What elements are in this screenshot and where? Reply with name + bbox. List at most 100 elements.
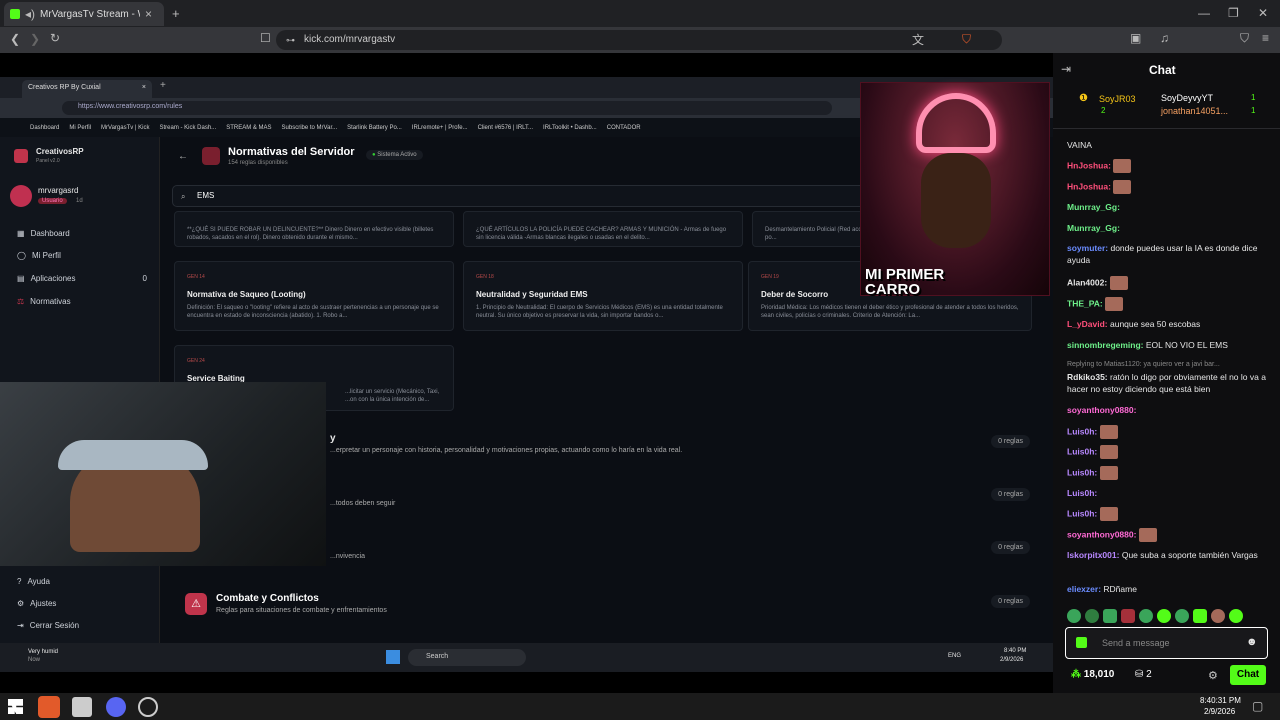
gear-icon: ⚙ [17,599,25,608]
chat-message: lskorpitx001: Que suba a soporte también… [1067,550,1258,560]
browser-tab[interactable]: ◂) MrVargasTv Stream - Watch L × [4,2,164,26]
minimize-icon[interactable]: — [1198,7,1210,19]
overlay-text: MI PRIMER CARRO [865,266,945,298]
menu-icon[interactable]: ≡ [1262,32,1269,44]
chat-message: Luis0h: [1067,507,1275,521]
chat-message: soyanthony0880: [1067,528,1275,542]
nav-normativas[interactable]: ⚖ Normativas [17,297,71,306]
chat-message: soymuter: donde puedes usar la IA es don… [1067,243,1258,265]
maximize-icon[interactable]: ❐ [1228,7,1239,19]
emote-bar[interactable] [1067,609,1272,623]
user-icon: ◯ [17,251,26,260]
chat-message: eliexzer: RDñame [1067,584,1137,594]
files-icon[interactable] [72,697,92,717]
back-icon[interactable]: ❮ [10,33,20,45]
username: mrvargasrd [38,186,79,195]
search-input[interactable]: ⌕ EMS [172,185,872,207]
chat-message: L_yDavid: aunque sea 50 escobas [1067,319,1201,329]
nav-cerrar-sesion[interactable]: ⇥ Cerrar Sesión [17,621,79,630]
chat-input[interactable]: Send a message ☻ [1065,627,1268,659]
brand-logo [14,149,28,163]
reply-context: Replying to Matias1120: ya quiero ver a … [1067,361,1220,368]
webcam-overlay-bottom [0,382,326,566]
obs-icon[interactable] [138,697,158,717]
discord-icon[interactable] [106,697,126,717]
taskbar-search: Search [408,649,526,666]
top-gifters: ❶ SoyJR03 2 SoyDeyvyYT 1 jonathan14051..… [1053,85,1280,129]
translate-icon[interactable]: 文 [912,34,924,46]
nav-ajustes[interactable]: ⚙ Ajustes [17,599,56,608]
gift-count[interactable]: ⛁ 2 [1135,669,1152,680]
nav-dashboard[interactable]: ▦ Dashboard [17,229,70,238]
bookmark-icon[interactable]: ☐ [260,32,271,44]
close-window-icon[interactable]: ✕ [1258,7,1268,19]
chat-message: Alan4002: [1067,276,1275,290]
cap [58,440,208,470]
browser-tab-bar: ◂) MrVargasTv Stream - Watch L × + — ❐ ✕ [0,0,1280,27]
document-icon: ▤ [17,274,25,283]
combat-icon: ⚠ [185,593,207,615]
close-tab-icon[interactable]: × [145,8,152,20]
brave-icon[interactable] [38,696,60,718]
brand-version: Panel v2.0 [36,158,60,164]
user-since: 1d [76,198,83,204]
os-taskbar: 8:40:31 PM 2/9/2026 ▢ [0,693,1280,720]
rule-card[interactable]: GEN 18 Neutralidad y Seguridad EMS 1. Prin… [463,261,743,331]
grid-icon: ▦ [17,229,25,238]
chat-message: Munrray_Gg: [1067,223,1120,233]
chat-message: Munrray_Gg: [1067,202,1120,212]
chat-message: THE_PA: [1067,297,1275,311]
inner-bookmarks-bar: Dashboard Mi Perfil MrVargasTv | Kick Strea… [30,125,641,131]
chat-panel: ⇥ Chat ❶ SoyJR03 2 SoyDeyvyYT 1 jonathan… [1053,53,1280,693]
chat-message: sinnombregeming: EOL NO VIO EL EMS [1067,340,1228,350]
page-subtitle: 154 reglas disponibles [228,160,288,166]
rule-card[interactable]: GEN 14 Normativa de Saqueo (Looting) Defin… [174,261,454,331]
site-info-icon[interactable]: ⊶ [286,34,295,46]
chat-message: HnJoshua: [1067,180,1275,194]
chat-settings-icon[interactable]: ⚙ [1208,669,1218,682]
emoji-icon[interactable]: ☻ [1246,636,1258,648]
extensions-icon[interactable]: ▣ [1130,32,1141,44]
address-bar[interactable]: ⊶ kick.com/mrvargastv 文 ⛉ [276,30,1002,50]
nav-ayuda[interactable]: ? Ayuda [17,577,50,586]
inner-taskbar: Very humid Now Search ENG 8:40 PM 2/9/20… [0,643,1053,672]
back-arrow-icon[interactable]: ← [178,151,188,163]
windows-icon [386,650,400,664]
badge-icon [1076,637,1087,648]
chat-message: HnJoshua: [1067,159,1275,173]
shield-icon[interactable]: ⛉ [1240,32,1249,44]
category-row[interactable]: ⚠ Combate y Conflictos Reglas para situa… [180,587,1040,631]
nav-aplicaciones[interactable]: ▤ Aplicaciones 0 [17,274,147,283]
status-badge: ● Sistema Activo [366,150,423,160]
chat-message: VAINA [1067,140,1092,150]
role-badge: Usuario [38,198,67,204]
rule-card[interactable]: ¿QUÉ ARTÍCULOS LA POLICÍA PUEDE CACHEAR?… [463,211,743,247]
chat-message: soyanthony0880: [1067,405,1137,415]
notification-icon[interactable]: ▢ [1252,700,1263,712]
logout-icon: ⇥ [17,621,24,630]
brave-shield-icon[interactable]: ⛉ [962,33,971,45]
chat-message: Luis0h: [1067,425,1275,439]
scale-header-icon [202,147,220,165]
channel-points[interactable]: ⁂ 18,010 [1071,669,1114,680]
new-tab-button[interactable]: + [172,6,180,21]
rank-icon: ❶ [1079,93,1088,104]
kick-favicon-icon [10,9,20,19]
nav-mi-perfil[interactable]: ◯ Mi Perfil [17,251,61,260]
inner-address-bar: https://www.creativosrp.com/rules [62,101,832,115]
chat-title: Chat [1149,63,1176,77]
url-text: kick.com/mrvargastv [304,34,396,45]
media-icon[interactable]: ♫ [1160,32,1169,44]
streamer-face [921,153,991,248]
chat-message: Luis0h: [1067,445,1275,459]
chat-send-button[interactable]: Chat [1230,665,1266,685]
reload-icon[interactable]: ↻ [50,32,60,44]
collapse-chat-icon[interactable]: ⇥ [1061,63,1071,75]
avatar [10,185,32,207]
page-title: Normativas del Servidor [228,146,355,158]
start-icon[interactable] [8,699,23,714]
rule-card[interactable]: **¿QUÉ SI PUEDE ROBAR UN DELINCUENTE?** … [174,211,454,247]
forward-icon[interactable]: ❯ [30,33,40,45]
help-icon: ? [17,577,22,586]
audio-icon[interactable]: ◂) [25,8,35,20]
